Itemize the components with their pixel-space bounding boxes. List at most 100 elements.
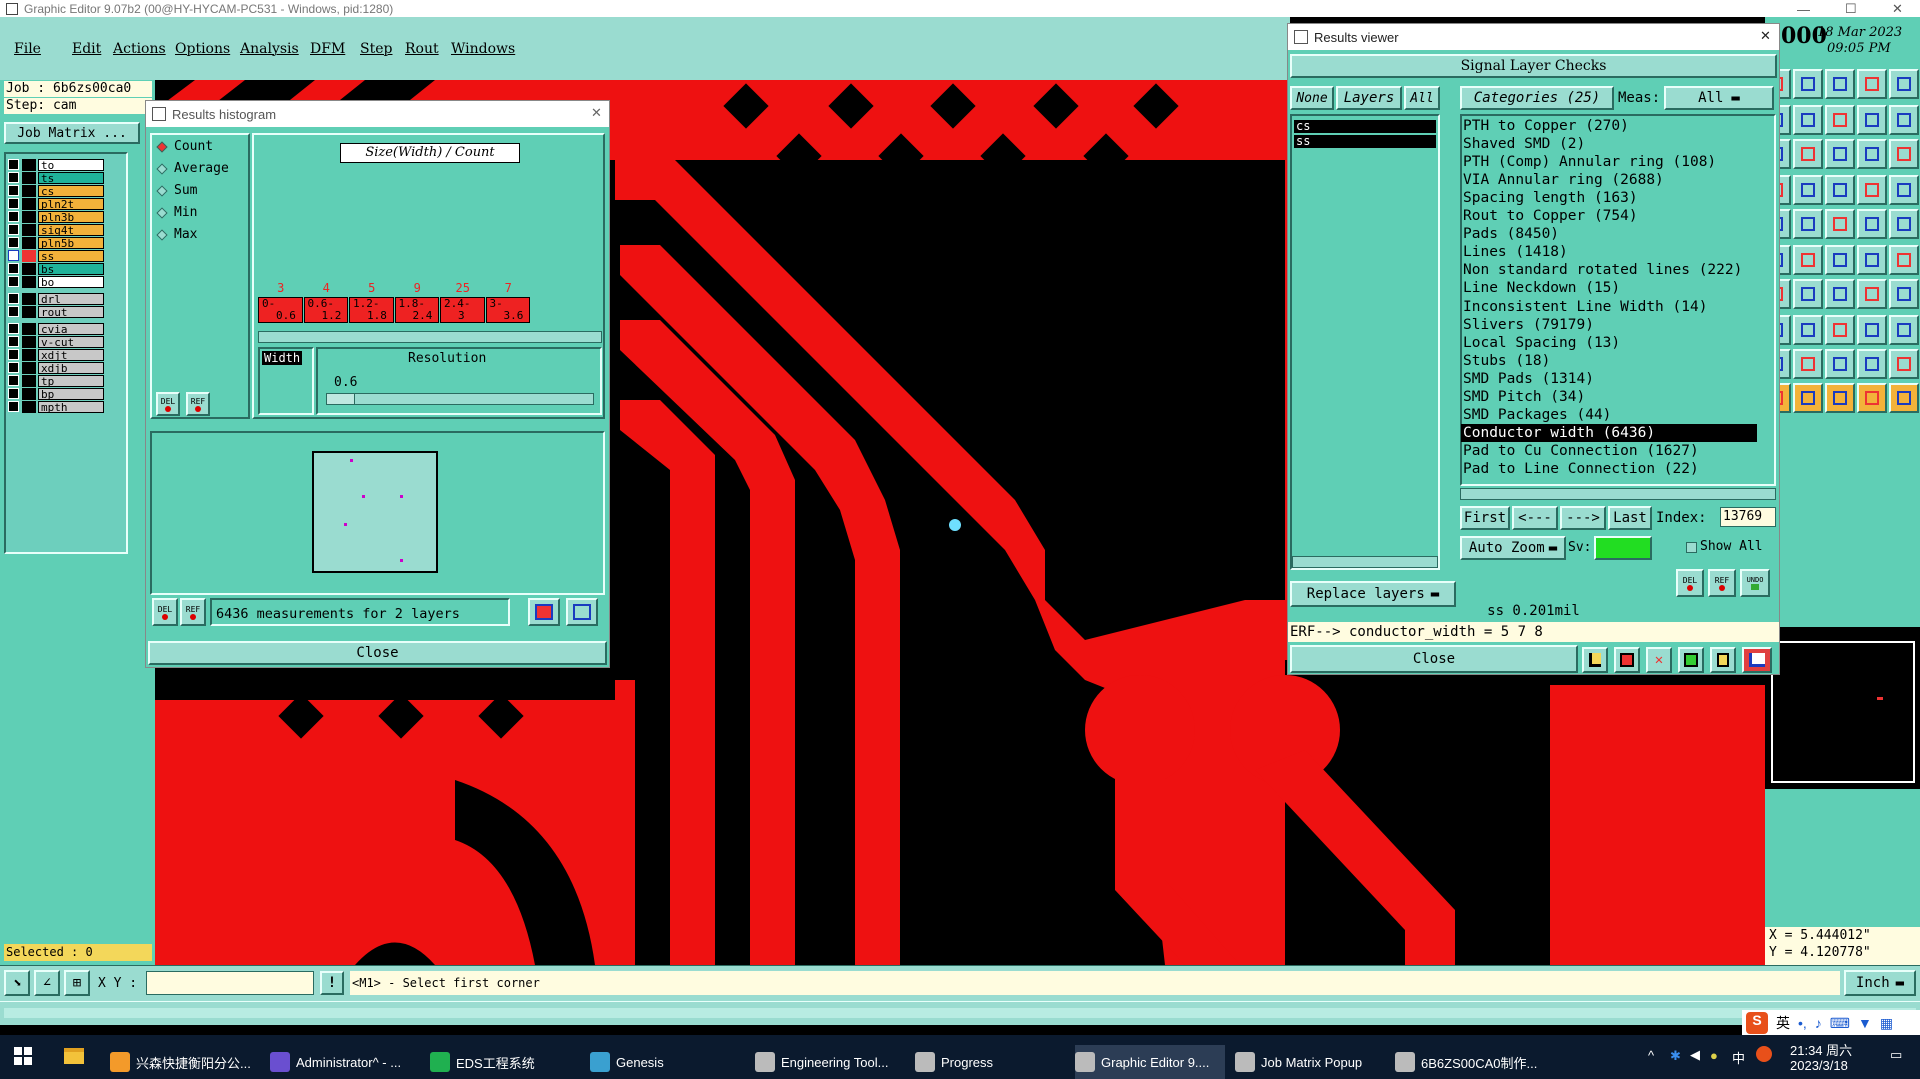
layer-checkbox[interactable] — [8, 323, 19, 334]
layer-checkbox[interactable] — [8, 388, 19, 399]
layer-checkbox[interactable] — [8, 159, 19, 170]
layer-checkbox[interactable] — [8, 250, 19, 261]
info-button[interactable]: ! — [320, 971, 344, 995]
layer-row-bo[interactable]: bo — [8, 275, 104, 288]
tool-icon-9-1[interactable] — [1793, 383, 1823, 413]
taskbar-item[interactable]: 6B6ZS00CA0制作... — [1395, 1045, 1545, 1079]
snap-tool-3[interactable]: ⊞ — [64, 970, 90, 996]
tool-icon-3-2[interactable] — [1825, 175, 1855, 205]
tool-icon-2-3[interactable] — [1857, 139, 1887, 169]
histogram-ref-button[interactable]: REF — [186, 392, 210, 416]
preview-ref-button[interactable]: REF — [180, 598, 206, 626]
layer-row-v-cut[interactable]: v-cut — [8, 335, 104, 348]
mini-map[interactable] — [1765, 627, 1920, 789]
layer-row-tp[interactable]: tp — [8, 374, 104, 387]
category-item[interactable]: SMD Pitch (34) — [1463, 388, 1585, 406]
prev-button[interactable]: <--- — [1512, 506, 1558, 530]
menu-actions[interactable]: Actions — [113, 41, 166, 57]
tool-icon-5-1[interactable] — [1793, 245, 1823, 275]
file-explorer-icon[interactable] — [64, 1048, 84, 1064]
option-sum[interactable]: Sum — [156, 183, 197, 198]
taskbar-item[interactable]: Engineering Tool... — [755, 1045, 905, 1079]
keyboard-icon[interactable]: ⌨ — [1830, 1015, 1850, 1032]
wechat-icon[interactable]: ● — [1710, 1048, 1718, 1063]
results-layer-ss[interactable]: ss — [1294, 135, 1436, 148]
layer-checkbox[interactable] — [8, 375, 19, 386]
tool-icon-4-4[interactable] — [1889, 209, 1919, 239]
layer-row-ss[interactable]: ss — [8, 249, 104, 262]
menu-step[interactable]: Step — [360, 41, 392, 57]
category-item[interactable]: Rout to Copper (754) — [1463, 207, 1638, 225]
sogou-tray-icon[interactable] — [1756, 1046, 1772, 1062]
resolution-slider-thumb[interactable] — [327, 394, 355, 404]
layer-checkbox[interactable] — [8, 362, 19, 373]
sv-color-dropdown[interactable] — [1594, 536, 1652, 560]
toolbox-icon[interactable]: ▦ — [1880, 1015, 1893, 1032]
option-count[interactable]: Count — [156, 139, 213, 154]
tool-icon-5-2[interactable] — [1825, 245, 1855, 275]
ime-mode[interactable]: 英 — [1776, 1013, 1790, 1033]
tool-icon-1-2[interactable] — [1825, 105, 1855, 135]
results-tool-6[interactable] — [1742, 647, 1772, 673]
option-min[interactable]: Min — [156, 205, 197, 220]
layers-scrollbar[interactable] — [1292, 556, 1438, 568]
results-tool-5[interactable] — [1710, 647, 1736, 673]
results-layer-cs[interactable]: cs — [1294, 120, 1436, 133]
category-item[interactable]: Shaved SMD (2) — [1463, 135, 1585, 153]
tool-icon-8-2[interactable] — [1825, 349, 1855, 379]
category-item[interactable]: Lines (1418) — [1463, 243, 1568, 261]
layer-checkbox[interactable] — [8, 198, 19, 209]
layer-row-cs[interactable]: cs — [8, 184, 104, 197]
results-undo-button[interactable]: UNDO — [1740, 569, 1770, 597]
tool-icon-7-4[interactable] — [1889, 315, 1919, 345]
layer-row-ts[interactable]: ts — [8, 171, 104, 184]
close-icon[interactable]: ✕ — [1892, 1, 1903, 17]
results-tool-3[interactable]: ✕ — [1646, 647, 1672, 673]
job-matrix-button[interactable]: Job Matrix ... — [4, 122, 140, 144]
tool-icon-3-4[interactable] — [1889, 175, 1919, 205]
results-close-button[interactable]: Close — [1290, 645, 1578, 673]
histogram-close-button[interactable]: Close — [148, 641, 607, 665]
taskbar-item[interactable]: Genesis — [590, 1045, 740, 1079]
resolution-slider[interactable] — [326, 393, 594, 405]
layer-row-sig4t[interactable]: sig4t — [8, 223, 104, 236]
menu-options[interactable]: Options — [175, 41, 230, 57]
tool-icon-1-1[interactable] — [1793, 105, 1823, 135]
all-layers-button[interactable]: All — [1404, 86, 1440, 110]
layer-row-pln5b[interactable]: pln5b — [8, 236, 104, 249]
results-ref-button[interactable]: REF — [1708, 569, 1736, 597]
category-item[interactable]: SMD Pads (1314) — [1463, 370, 1594, 388]
menu-analysis[interactable]: Analysis — [240, 41, 299, 57]
tool-icon-6-4[interactable] — [1889, 279, 1919, 309]
taskbar-item[interactable]: EDS工程系统 — [430, 1045, 580, 1079]
bin-cell[interactable]: 2.4- 3 — [440, 297, 485, 323]
tool-icon-9-4[interactable] — [1889, 383, 1919, 413]
tool-icon-6-2[interactable] — [1825, 279, 1855, 309]
tool-icon-6-1[interactable] — [1793, 279, 1823, 309]
layers-button[interactable]: Layers — [1336, 86, 1402, 110]
tool-icon-3-3[interactable] — [1857, 175, 1887, 205]
layer-checkbox[interactable] — [8, 276, 19, 287]
layer-checkbox[interactable] — [8, 185, 19, 196]
bin-cell[interactable]: 1.8- 2.4 — [394, 297, 439, 323]
layer-checkbox[interactable] — [8, 306, 19, 317]
menu-edit[interactable]: Edit — [72, 41, 101, 57]
category-item[interactable]: Non standard rotated lines (222) — [1463, 261, 1742, 279]
snap-tool-2[interactable]: ∠ — [34, 970, 60, 996]
option-max[interactable]: Max — [156, 227, 197, 242]
menu-file[interactable]: File — [14, 41, 41, 57]
ime-zh[interactable]: 中 — [1732, 1048, 1745, 1067]
menu-rout[interactable]: Rout — [405, 41, 439, 57]
results-del-button[interactable]: DEL — [1676, 569, 1704, 597]
none-button[interactable]: None — [1290, 86, 1334, 110]
units-dropdown[interactable]: Inch ▬ — [1844, 970, 1916, 996]
tool-icon-8-4[interactable] — [1889, 349, 1919, 379]
tool-icon-8-3[interactable] — [1857, 349, 1887, 379]
tool-icon-0-1[interactable] — [1793, 69, 1823, 99]
category-item[interactable]: VIA Annular ring (2688) — [1463, 171, 1664, 189]
layer-row-bp[interactable]: bp — [8, 387, 104, 400]
taskbar-item[interactable]: Administrator^ - ... — [270, 1045, 420, 1079]
bin-cell[interactable]: 0.6- 1.2 — [303, 297, 348, 323]
results-tool-1[interactable] — [1582, 647, 1608, 673]
tool-icon-4-2[interactable] — [1825, 209, 1855, 239]
